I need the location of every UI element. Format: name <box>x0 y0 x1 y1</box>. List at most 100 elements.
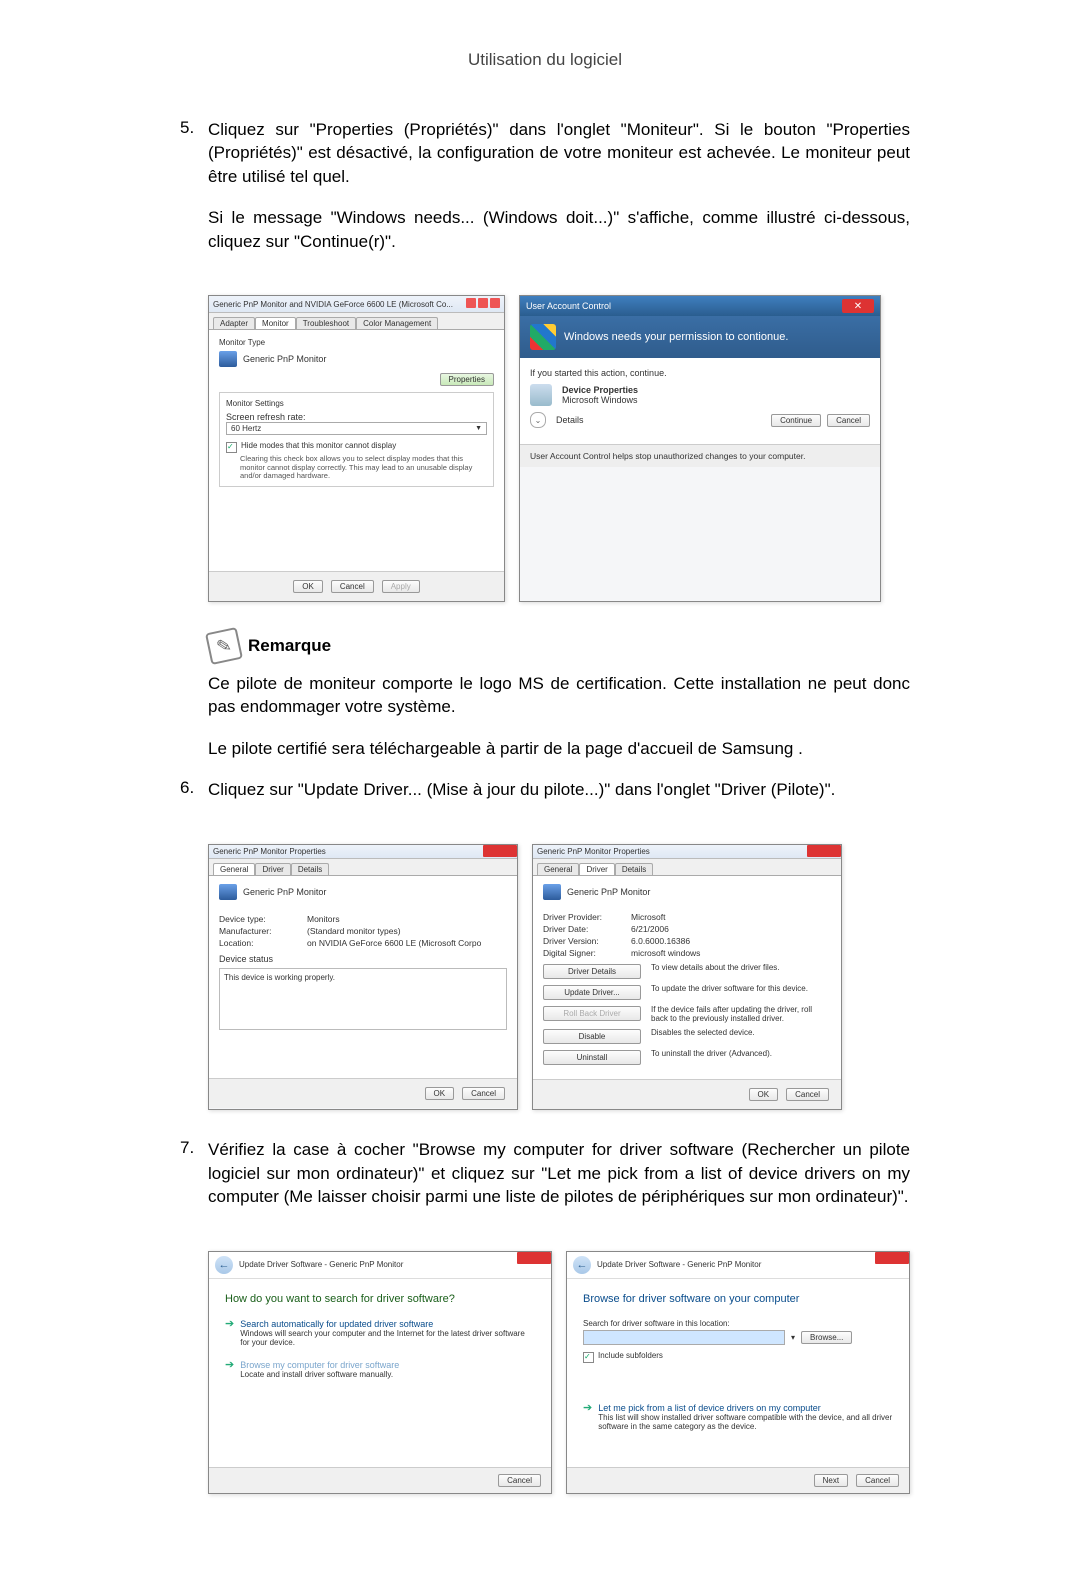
rollback-desc: If the device fails after updating the d… <box>651 1006 831 1024</box>
note-icon: ✎ <box>205 627 243 665</box>
uac-publisher: Microsoft Windows <box>562 395 638 405</box>
include-subfolders-label: Include subfolders <box>598 1351 663 1360</box>
refresh-rate-select[interactable]: 60 Hertz ▼ <box>226 422 487 435</box>
arrow-icon: ➔ <box>583 1403 592 1432</box>
close-icon[interactable] <box>517 1252 551 1264</box>
version-value: 6.0.6000.16386 <box>631 936 690 946</box>
provider-value: Microsoft <box>631 912 665 922</box>
monitor-settings-label: Monitor Settings <box>226 399 487 408</box>
tab-details[interactable]: Details <box>291 863 329 875</box>
option-title: Let me pick from a list of device driver… <box>598 1403 893 1413</box>
monitor-name: Generic PnP Monitor <box>243 354 326 364</box>
program-icon <box>530 384 552 406</box>
remark-text-2: Le pilote certifié sera téléchargeable à… <box>208 737 910 760</box>
option-search-auto[interactable]: ➔ Search automatically for updated drive… <box>225 1319 535 1348</box>
monitor-properties-window: Generic PnP Monitor and NVIDIA GeForce 6… <box>208 295 505 602</box>
next-button[interactable]: Next <box>814 1474 848 1487</box>
close-icon[interactable] <box>490 298 500 308</box>
hide-modes-checkbox[interactable] <box>226 442 237 453</box>
uninstall-desc: To uninstall the driver (Advanced). <box>651 1050 831 1059</box>
minimize-icon[interactable] <box>466 298 476 308</box>
window-title: Generic PnP Monitor and NVIDIA GeForce 6… <box>213 300 453 309</box>
tab-driver[interactable]: Driver <box>579 863 614 875</box>
date-value: 6/21/2006 <box>631 924 669 934</box>
uninstall-button[interactable]: Uninstall <box>543 1050 641 1065</box>
uac-window: User Account Control ✕ Windows needs you… <box>519 295 881 602</box>
breadcrumb: Update Driver Software - Generic PnP Mon… <box>597 1260 761 1269</box>
tab-driver[interactable]: Driver <box>255 863 290 875</box>
option-let-me-pick[interactable]: ➔ Let me pick from a list of device driv… <box>583 1403 893 1432</box>
wizard-heading: Browse for driver software on your compu… <box>583 1293 893 1305</box>
back-icon[interactable]: ← <box>573 1256 591 1274</box>
hide-modes-help: Clearing this check box allows you to se… <box>240 455 487 480</box>
search-location-label: Search for driver software in this locat… <box>583 1319 893 1328</box>
page-title: Utilisation du logiciel <box>180 50 910 70</box>
tab-adapter[interactable]: Adapter <box>213 317 255 329</box>
close-icon[interactable]: ✕ <box>842 299 874 313</box>
arrow-icon: ➔ <box>225 1360 234 1380</box>
wizard-heading: How do you want to search for driver sof… <box>225 1293 535 1305</box>
location-input[interactable] <box>583 1330 785 1345</box>
tab-details[interactable]: Details <box>615 863 653 875</box>
cancel-button[interactable]: Cancel <box>462 1087 505 1100</box>
disable-button[interactable]: Disable <box>543 1029 641 1044</box>
device-type-key: Device type: <box>219 914 299 924</box>
manufacturer-value: (Standard monitor types) <box>307 926 401 936</box>
tab-general[interactable]: General <box>537 863 579 875</box>
browse-button[interactable]: Browse... <box>801 1331 852 1344</box>
close-icon[interactable] <box>807 845 841 857</box>
option-title: Search automatically for updated driver … <box>240 1319 535 1329</box>
apply-button[interactable]: Apply <box>382 580 420 593</box>
option-desc: This list will show installed driver sof… <box>598 1413 893 1431</box>
uac-details[interactable]: Details <box>556 415 584 425</box>
ok-button[interactable]: OK <box>749 1088 779 1101</box>
tab-monitor[interactable]: Monitor <box>255 317 296 329</box>
uac-banner-text: Windows needs your permission to contion… <box>564 331 788 343</box>
breadcrumb: Update Driver Software - Generic PnP Mon… <box>239 1260 403 1269</box>
update-wizard-browse-window: ← Update Driver Software - Generic PnP M… <box>566 1251 910 1494</box>
cancel-button[interactable]: Cancel <box>827 414 870 427</box>
cancel-button[interactable]: Cancel <box>786 1088 829 1101</box>
close-icon[interactable] <box>875 1252 909 1264</box>
remark-text-1: Ce pilote de moniteur comporte le logo M… <box>208 672 910 719</box>
ok-button[interactable]: OK <box>425 1087 455 1100</box>
close-icon[interactable] <box>483 845 517 857</box>
disable-desc: Disables the selected device. <box>651 1029 831 1038</box>
monitor-icon <box>543 884 561 900</box>
cancel-button[interactable]: Cancel <box>331 580 374 593</box>
continue-button[interactable]: Continue <box>771 414 821 427</box>
window-title: Generic PnP Monitor Properties <box>213 847 326 856</box>
device-status-label: Device status <box>219 954 507 964</box>
properties-driver-window: Generic PnP Monitor Properties General D… <box>532 844 842 1111</box>
remark-title: Remarque <box>248 636 331 656</box>
provider-key: Driver Provider: <box>543 912 623 922</box>
tab-troubleshoot[interactable]: Troubleshoot <box>296 317 356 329</box>
driver-details-button[interactable]: Driver Details <box>543 964 641 979</box>
location-key: Location: <box>219 938 299 948</box>
option-desc: Windows will search your computer and th… <box>240 1329 535 1347</box>
ok-button[interactable]: OK <box>293 580 323 593</box>
driver-details-desc: To view details about the driver files. <box>651 964 831 973</box>
chevron-down-icon[interactable]: ⌄ <box>530 412 546 428</box>
tab-general[interactable]: General <box>213 863 255 875</box>
option-desc: Locate and install driver software manua… <box>240 1370 399 1379</box>
properties-button[interactable]: Properties <box>440 373 494 386</box>
cancel-button[interactable]: Cancel <box>856 1474 899 1487</box>
signer-key: Digital Signer: <box>543 948 623 958</box>
maximize-icon[interactable] <box>478 298 488 308</box>
step5-text-1: Cliquez sur "Properties (Propriétés)" da… <box>208 118 910 188</box>
tab-color-management[interactable]: Color Management <box>356 317 438 329</box>
cancel-button[interactable]: Cancel <box>498 1474 541 1487</box>
include-subfolders-checkbox[interactable] <box>583 1352 594 1363</box>
update-driver-button[interactable]: Update Driver... <box>543 985 641 1000</box>
monitor-icon <box>219 351 237 367</box>
back-icon[interactable]: ← <box>215 1256 233 1274</box>
uac-started-text: If you started this action, continue. <box>530 368 870 378</box>
rollback-button[interactable]: Roll Back Driver <box>543 1006 641 1021</box>
step-number: 6. <box>180 778 208 819</box>
shield-icon <box>530 324 556 350</box>
step7-text-1: Vérifiez la case à cocher "Browse my com… <box>208 1138 910 1208</box>
option-browse-computer[interactable]: ➔ Browse my computer for driver software… <box>225 1360 535 1380</box>
device-type-value: Monitors <box>307 914 340 924</box>
uac-footer: User Account Control helps stop unauthor… <box>520 444 880 467</box>
